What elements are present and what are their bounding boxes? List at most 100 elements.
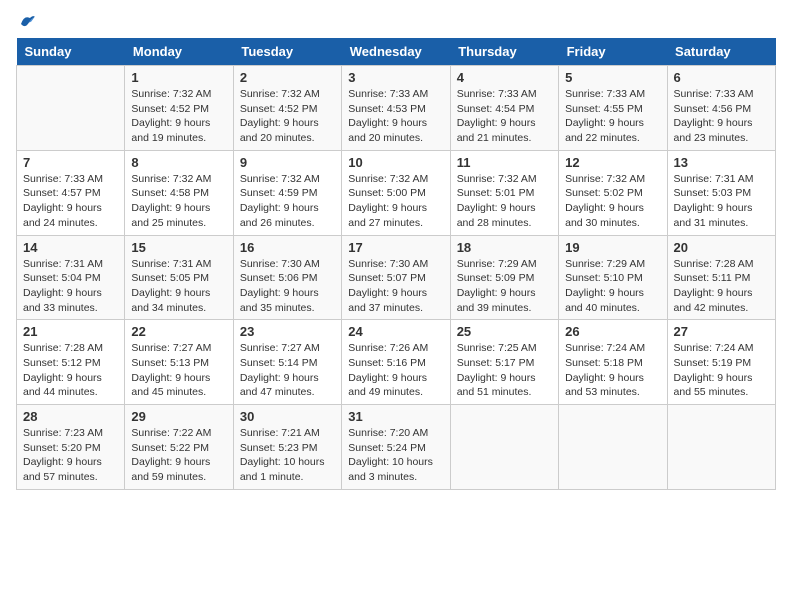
day-info: Sunrise: 7:31 AMSunset: 5:04 PMDaylight:…	[23, 257, 118, 316]
day-number: 31	[348, 409, 443, 424]
day-info: Sunrise: 7:30 AMSunset: 5:07 PMDaylight:…	[348, 257, 443, 316]
calendar-cell: 7Sunrise: 7:33 AMSunset: 4:57 PMDaylight…	[17, 150, 125, 235]
day-number: 23	[240, 324, 335, 339]
day-info: Sunrise: 7:24 AMSunset: 5:19 PMDaylight:…	[674, 341, 769, 400]
day-number: 24	[348, 324, 443, 339]
weekday-header-saturday: Saturday	[667, 38, 775, 66]
calendar-cell: 16 Sunrise: 7:30 AMSunset: 5:06 PMDayligh…	[233, 235, 341, 320]
weekday-header-thursday: Thursday	[450, 38, 558, 66]
day-info: Sunrise: 7:25 AMSunset: 5:17 PMDaylight:…	[457, 341, 552, 400]
day-number: 4	[457, 70, 552, 85]
day-number: 12	[565, 155, 660, 170]
day-info: Sunrise: 7:33 AMSunset: 4:55 PMDaylight:…	[565, 87, 660, 146]
calendar-cell: 28 Sunrise: 7:23 AMSunset: 5:20 PMDayligh…	[17, 405, 125, 490]
day-number: 26	[565, 324, 660, 339]
day-info: Sunrise: 7:33 AMSunset: 4:54 PMDaylight:…	[457, 87, 552, 146]
calendar-cell: 22 Sunrise: 7:27 AMSunset: 5:13 PMDayligh…	[125, 320, 233, 405]
day-number: 17	[348, 240, 443, 255]
day-info: Sunrise: 7:32 AMSunset: 4:52 PMDaylight:…	[131, 87, 226, 146]
day-info: Sunrise: 7:32 AMSunset: 5:01 PMDaylight:…	[457, 172, 552, 231]
week-row-1: 1 Sunrise: 7:32 AMSunset: 4:52 PMDaylight…	[17, 66, 776, 151]
calendar-cell: 15 Sunrise: 7:31 AMSunset: 5:05 PMDayligh…	[125, 235, 233, 320]
day-number: 18	[457, 240, 552, 255]
day-number: 11	[457, 155, 552, 170]
day-number: 20	[674, 240, 769, 255]
calendar-cell: 1 Sunrise: 7:32 AMSunset: 4:52 PMDaylight…	[125, 66, 233, 151]
calendar-cell: 29 Sunrise: 7:22 AMSunset: 5:22 PMDayligh…	[125, 405, 233, 490]
calendar-cell: 13Sunrise: 7:31 AMSunset: 5:03 PMDayligh…	[667, 150, 775, 235]
day-info: Sunrise: 7:31 AMSunset: 5:03 PMDaylight:…	[674, 172, 769, 231]
weekday-header-wednesday: Wednesday	[342, 38, 450, 66]
day-number: 30	[240, 409, 335, 424]
day-number: 21	[23, 324, 118, 339]
calendar-cell: 24 Sunrise: 7:26 AMSunset: 5:16 PMDayligh…	[342, 320, 450, 405]
day-number: 3	[348, 70, 443, 85]
day-info: Sunrise: 7:32 AMSunset: 5:02 PMDaylight:…	[565, 172, 660, 231]
day-number: 19	[565, 240, 660, 255]
weekday-header-monday: Monday	[125, 38, 233, 66]
calendar-cell: 3 Sunrise: 7:33 AMSunset: 4:53 PMDaylight…	[342, 66, 450, 151]
calendar-cell	[559, 405, 667, 490]
day-info: Sunrise: 7:27 AMSunset: 5:13 PMDaylight:…	[131, 341, 226, 400]
calendar-table: SundayMondayTuesdayWednesdayThursdayFrid…	[16, 38, 776, 490]
day-number: 27	[674, 324, 769, 339]
calendar-cell: 14Sunrise: 7:31 AMSunset: 5:04 PMDayligh…	[17, 235, 125, 320]
day-info: Sunrise: 7:31 AMSunset: 5:05 PMDaylight:…	[131, 257, 226, 316]
day-info: Sunrise: 7:23 AMSunset: 5:20 PMDaylight:…	[23, 426, 118, 485]
calendar-cell: 9Sunrise: 7:32 AMSunset: 4:59 PMDaylight…	[233, 150, 341, 235]
calendar-cell: 10 Sunrise: 7:32 AMSunset: 5:00 PMDayligh…	[342, 150, 450, 235]
day-number: 9	[240, 155, 335, 170]
day-number: 2	[240, 70, 335, 85]
weekday-header-friday: Friday	[559, 38, 667, 66]
day-info: Sunrise: 7:24 AMSunset: 5:18 PMDaylight:…	[565, 341, 660, 400]
logo-bird-icon	[18, 12, 36, 30]
calendar-cell: 19Sunrise: 7:29 AMSunset: 5:10 PMDayligh…	[559, 235, 667, 320]
calendar-cell: 20Sunrise: 7:28 AMSunset: 5:11 PMDayligh…	[667, 235, 775, 320]
calendar-cell: 18 Sunrise: 7:29 AMSunset: 5:09 PMDayligh…	[450, 235, 558, 320]
day-number: 10	[348, 155, 443, 170]
calendar-cell: 6Sunrise: 7:33 AMSunset: 4:56 PMDaylight…	[667, 66, 775, 151]
calendar-cell: 4 Sunrise: 7:33 AMSunset: 4:54 PMDaylight…	[450, 66, 558, 151]
calendar-cell: 23 Sunrise: 7:27 AMSunset: 5:14 PMDayligh…	[233, 320, 341, 405]
day-number: 25	[457, 324, 552, 339]
day-number: 28	[23, 409, 118, 424]
calendar-cell: 5Sunrise: 7:33 AMSunset: 4:55 PMDaylight…	[559, 66, 667, 151]
day-number: 8	[131, 155, 226, 170]
day-number: 1	[131, 70, 226, 85]
calendar-cell: 12 Sunrise: 7:32 AMSunset: 5:02 PMDayligh…	[559, 150, 667, 235]
day-info: Sunrise: 7:32 AMSunset: 4:58 PMDaylight:…	[131, 172, 226, 231]
weekday-header-row: SundayMondayTuesdayWednesdayThursdayFrid…	[17, 38, 776, 66]
day-info: Sunrise: 7:26 AMSunset: 5:16 PMDaylight:…	[348, 341, 443, 400]
day-number: 22	[131, 324, 226, 339]
day-number: 29	[131, 409, 226, 424]
week-row-4: 21 Sunrise: 7:28 AMSunset: 5:12 PMDayligh…	[17, 320, 776, 405]
day-info: Sunrise: 7:32 AMSunset: 5:00 PMDaylight:…	[348, 172, 443, 231]
day-info: Sunrise: 7:27 AMSunset: 5:14 PMDaylight:…	[240, 341, 335, 400]
calendar-cell: 27 Sunrise: 7:24 AMSunset: 5:19 PMDayligh…	[667, 320, 775, 405]
day-info: Sunrise: 7:28 AMSunset: 5:12 PMDaylight:…	[23, 341, 118, 400]
calendar-cell	[450, 405, 558, 490]
day-number: 6	[674, 70, 769, 85]
calendar-cell: 2Sunrise: 7:32 AMSunset: 4:52 PMDaylight…	[233, 66, 341, 151]
day-info: Sunrise: 7:33 AMSunset: 4:57 PMDaylight:…	[23, 172, 118, 231]
calendar-cell: 8 Sunrise: 7:32 AMSunset: 4:58 PMDaylight…	[125, 150, 233, 235]
day-info: Sunrise: 7:33 AMSunset: 4:53 PMDaylight:…	[348, 87, 443, 146]
calendar-cell: 26 Sunrise: 7:24 AMSunset: 5:18 PMDayligh…	[559, 320, 667, 405]
week-row-3: 14Sunrise: 7:31 AMSunset: 5:04 PMDayligh…	[17, 235, 776, 320]
calendar-cell: 31 Sunrise: 7:20 AMSunset: 5:24 PMDayligh…	[342, 405, 450, 490]
day-info: Sunrise: 7:20 AMSunset: 5:24 PMDaylight:…	[348, 426, 443, 485]
calendar-cell: 30 Sunrise: 7:21 AMSunset: 5:23 PMDayligh…	[233, 405, 341, 490]
week-row-2: 7Sunrise: 7:33 AMSunset: 4:57 PMDaylight…	[17, 150, 776, 235]
calendar-cell	[17, 66, 125, 151]
calendar-cell	[667, 405, 775, 490]
calendar-cell: 25 Sunrise: 7:25 AMSunset: 5:17 PMDayligh…	[450, 320, 558, 405]
day-number: 15	[131, 240, 226, 255]
week-row-5: 28 Sunrise: 7:23 AMSunset: 5:20 PMDayligh…	[17, 405, 776, 490]
header	[16, 16, 776, 30]
day-number: 16	[240, 240, 335, 255]
day-info: Sunrise: 7:21 AMSunset: 5:23 PMDaylight:…	[240, 426, 335, 485]
day-info: Sunrise: 7:29 AMSunset: 5:09 PMDaylight:…	[457, 257, 552, 316]
day-info: Sunrise: 7:22 AMSunset: 5:22 PMDaylight:…	[131, 426, 226, 485]
day-info: Sunrise: 7:30 AMSunset: 5:06 PMDaylight:…	[240, 257, 335, 316]
calendar-cell: 17 Sunrise: 7:30 AMSunset: 5:07 PMDayligh…	[342, 235, 450, 320]
